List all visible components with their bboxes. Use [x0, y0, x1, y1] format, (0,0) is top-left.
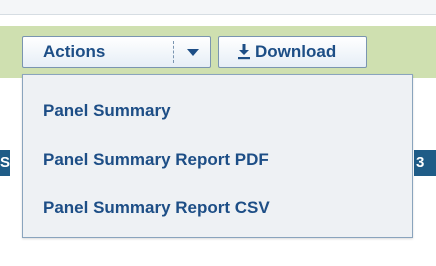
download-button-label: Download	[255, 42, 337, 61]
background-header-left: S	[0, 150, 10, 176]
top-rule	[0, 0, 436, 15]
caret-down-icon[interactable]	[187, 49, 199, 56]
actions-button-label: Actions	[43, 42, 106, 61]
download-icon	[238, 44, 250, 60]
actions-split-button[interactable]: Actions	[22, 36, 211, 68]
split-divider	[173, 41, 174, 63]
menu-item-panel-summary[interactable]: Panel Summary	[43, 98, 171, 124]
background-header-left-text: S	[0, 154, 10, 171]
download-button[interactable]: Download	[218, 36, 367, 68]
menu-item-panel-summary-report-csv[interactable]: Panel Summary Report CSV	[43, 195, 270, 221]
background-header-right: 3 4	[414, 150, 436, 176]
menu-item-panel-summary-report-pdf[interactable]: Panel Summary Report PDF	[43, 147, 269, 173]
actions-dropdown-menu: Panel Summary Panel Summary Report PDF P…	[22, 74, 413, 238]
background-header-right-text: 3 4	[416, 154, 425, 171]
